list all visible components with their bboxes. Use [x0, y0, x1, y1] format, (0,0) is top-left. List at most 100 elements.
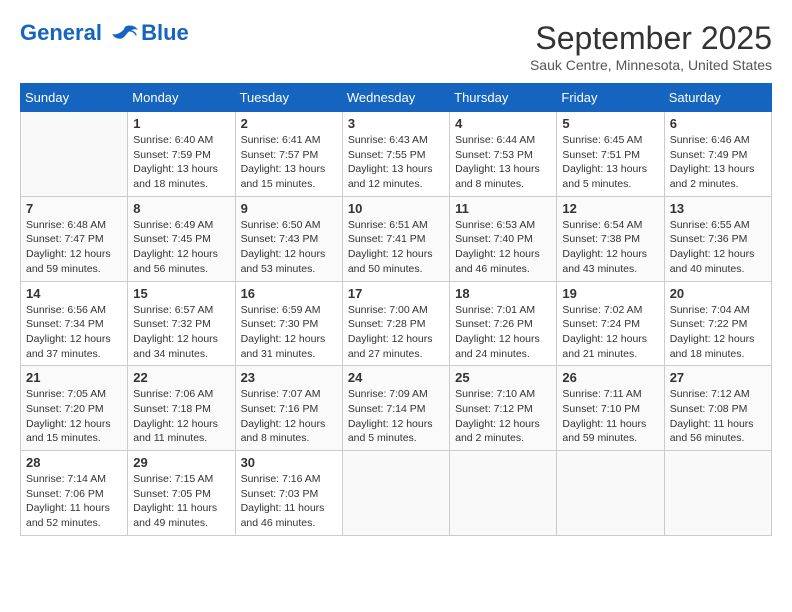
day-number: 23	[241, 370, 337, 385]
calendar-cell: 1Sunrise: 6:40 AMSunset: 7:59 PMDaylight…	[128, 112, 235, 197]
day-number: 12	[562, 201, 658, 216]
cell-sun-info: Sunrise: 6:50 AMSunset: 7:43 PMDaylight:…	[241, 218, 337, 277]
calendar-cell: 8 Sunrise: 6:49 AMSunset: 7:45 PMDaylight…	[128, 196, 235, 281]
day-number: 15	[133, 286, 229, 301]
day-number: 30	[241, 455, 337, 470]
week-row-4: 21 Sunrise: 7:05 AMSunset: 7:20 PMDayligh…	[21, 366, 772, 451]
day-number: 9	[241, 201, 337, 216]
cell-sun-info: Sunrise: 6:44 AMSunset: 7:53 PMDaylight:…	[455, 133, 551, 192]
week-row-3: 14 Sunrise: 6:56 AMSunset: 7:34 PMDayligh…	[21, 281, 772, 366]
col-header-tuesday: Tuesday	[235, 84, 342, 112]
cell-sun-info: Sunrise: 6:40 AMSunset: 7:59 PMDaylight:…	[133, 133, 229, 192]
calendar-cell: 12 Sunrise: 6:54 AMSunset: 7:38 PMDayligh…	[557, 196, 664, 281]
calendar-cell: 26 Sunrise: 7:11 AMSunset: 7:10 PMDayligh…	[557, 366, 664, 451]
day-number: 14	[26, 286, 122, 301]
day-number: 25	[455, 370, 551, 385]
cell-sun-info: Sunrise: 7:07 AMSunset: 7:16 PMDaylight:…	[241, 387, 337, 446]
cell-sun-info: Sunrise: 6:55 AMSunset: 7:36 PMDaylight:…	[670, 218, 766, 277]
calendar-cell: 27Sunrise: 7:12 AMSunset: 7:08 PMDayligh…	[664, 366, 771, 451]
cell-sun-info: Sunrise: 7:05 AMSunset: 7:20 PMDaylight:…	[26, 387, 122, 446]
column-headers: SundayMondayTuesdayWednesdayThursdayFrid…	[21, 84, 772, 112]
day-number: 20	[670, 286, 766, 301]
cell-sun-info: Sunrise: 7:04 AMSunset: 7:22 PMDaylight:…	[670, 303, 766, 362]
week-row-2: 7 Sunrise: 6:48 AMSunset: 7:47 PMDaylight…	[21, 196, 772, 281]
cell-sun-info: Sunrise: 6:53 AMSunset: 7:40 PMDaylight:…	[455, 218, 551, 277]
month-title: September 2025	[530, 20, 772, 57]
calendar-cell: 4 Sunrise: 6:44 AMSunset: 7:53 PMDaylight…	[450, 112, 557, 197]
cell-sun-info: Sunrise: 7:11 AMSunset: 7:10 PMDaylight:…	[562, 387, 658, 446]
col-header-friday: Friday	[557, 84, 664, 112]
calendar-cell: 20 Sunrise: 7:04 AMSunset: 7:22 PMDayligh…	[664, 281, 771, 366]
day-number: 4	[455, 116, 551, 131]
cell-sun-info: Sunrise: 7:02 AMSunset: 7:24 PMDaylight:…	[562, 303, 658, 362]
cell-sun-info: Sunrise: 7:09 AMSunset: 7:14 PMDaylight:…	[348, 387, 444, 446]
calendar-cell: 2Sunrise: 6:41 AMSunset: 7:57 PMDaylight…	[235, 112, 342, 197]
title-block: September 2025 Sauk Centre, Minnesota, U…	[530, 20, 772, 73]
cell-sun-info: Sunrise: 6:56 AMSunset: 7:34 PMDaylight:…	[26, 303, 122, 362]
calendar-table: SundayMondayTuesdayWednesdayThursdayFrid…	[20, 83, 772, 536]
calendar-cell: 28 Sunrise: 7:14 AMSunset: 7:06 PMDayligh…	[21, 451, 128, 536]
calendar-cell: 15 Sunrise: 6:57 AMSunset: 7:32 PMDayligh…	[128, 281, 235, 366]
cell-sun-info: Sunrise: 6:41 AMSunset: 7:57 PMDaylight:…	[241, 133, 337, 192]
day-number: 6	[670, 116, 766, 131]
cell-sun-info: Sunrise: 6:54 AMSunset: 7:38 PMDaylight:…	[562, 218, 658, 277]
day-number: 5	[562, 116, 658, 131]
calendar-cell: 3 Sunrise: 6:43 AMSunset: 7:55 PMDaylight…	[342, 112, 449, 197]
calendar-cell: 10 Sunrise: 6:51 AMSunset: 7:41 PMDayligh…	[342, 196, 449, 281]
logo-bird-icon	[111, 24, 139, 44]
col-header-thursday: Thursday	[450, 84, 557, 112]
logo: General Blue	[20, 20, 189, 46]
cell-sun-info: Sunrise: 7:10 AMSunset: 7:12 PMDaylight:…	[455, 387, 551, 446]
calendar-cell: 6 Sunrise: 6:46 AMSunset: 7:49 PMDaylight…	[664, 112, 771, 197]
calendar-cell	[21, 112, 128, 197]
col-header-saturday: Saturday	[664, 84, 771, 112]
calendar-cell: 21 Sunrise: 7:05 AMSunset: 7:20 PMDayligh…	[21, 366, 128, 451]
calendar-cell	[342, 451, 449, 536]
day-number: 21	[26, 370, 122, 385]
day-number: 29	[133, 455, 229, 470]
calendar-cell: 23 Sunrise: 7:07 AMSunset: 7:16 PMDayligh…	[235, 366, 342, 451]
col-header-monday: Monday	[128, 84, 235, 112]
calendar-cell: 16Sunrise: 6:59 AMSunset: 7:30 PMDayligh…	[235, 281, 342, 366]
cell-sun-info: Sunrise: 7:14 AMSunset: 7:06 PMDaylight:…	[26, 472, 122, 531]
day-number: 11	[455, 201, 551, 216]
cell-sun-info: Sunrise: 7:06 AMSunset: 7:18 PMDaylight:…	[133, 387, 229, 446]
cell-sun-info: Sunrise: 6:59 AMSunset: 7:30 PMDaylight:…	[241, 303, 337, 362]
location: Sauk Centre, Minnesota, United States	[530, 57, 772, 73]
col-header-wednesday: Wednesday	[342, 84, 449, 112]
cell-sun-info: Sunrise: 6:46 AMSunset: 7:49 PMDaylight:…	[670, 133, 766, 192]
calendar-cell: 17Sunrise: 7:00 AMSunset: 7:28 PMDayligh…	[342, 281, 449, 366]
col-header-sunday: Sunday	[21, 84, 128, 112]
cell-sun-info: Sunrise: 7:01 AMSunset: 7:26 PMDaylight:…	[455, 303, 551, 362]
cell-sun-info: Sunrise: 6:57 AMSunset: 7:32 PMDaylight:…	[133, 303, 229, 362]
logo-text-general: General	[20, 20, 102, 45]
calendar-cell: 5Sunrise: 6:45 AMSunset: 7:51 PMDaylight…	[557, 112, 664, 197]
cell-sun-info: Sunrise: 7:16 AMSunset: 7:03 PMDaylight:…	[241, 472, 337, 531]
week-row-5: 28 Sunrise: 7:14 AMSunset: 7:06 PMDayligh…	[21, 451, 772, 536]
week-row-1: 1Sunrise: 6:40 AMSunset: 7:59 PMDaylight…	[21, 112, 772, 197]
day-number: 22	[133, 370, 229, 385]
day-number: 8	[133, 201, 229, 216]
day-number: 3	[348, 116, 444, 131]
calendar-cell: 22 Sunrise: 7:06 AMSunset: 7:18 PMDayligh…	[128, 366, 235, 451]
day-number: 13	[670, 201, 766, 216]
calendar-cell	[450, 451, 557, 536]
calendar-cell	[664, 451, 771, 536]
calendar-cell: 19 Sunrise: 7:02 AMSunset: 7:24 PMDayligh…	[557, 281, 664, 366]
day-number: 10	[348, 201, 444, 216]
cell-sun-info: Sunrise: 6:43 AMSunset: 7:55 PMDaylight:…	[348, 133, 444, 192]
page-header: General Blue September 2025 Sauk Centre,…	[20, 20, 772, 73]
day-number: 19	[562, 286, 658, 301]
calendar-cell: 11 Sunrise: 6:53 AMSunset: 7:40 PMDayligh…	[450, 196, 557, 281]
calendar-cell: 14 Sunrise: 6:56 AMSunset: 7:34 PMDayligh…	[21, 281, 128, 366]
day-number: 28	[26, 455, 122, 470]
cell-sun-info: Sunrise: 6:48 AMSunset: 7:47 PMDaylight:…	[26, 218, 122, 277]
day-number: 7	[26, 201, 122, 216]
cell-sun-info: Sunrise: 7:15 AMSunset: 7:05 PMDaylight:…	[133, 472, 229, 531]
cell-sun-info: Sunrise: 6:51 AMSunset: 7:41 PMDaylight:…	[348, 218, 444, 277]
cell-sun-info: Sunrise: 6:49 AMSunset: 7:45 PMDaylight:…	[133, 218, 229, 277]
calendar-cell: 7 Sunrise: 6:48 AMSunset: 7:47 PMDaylight…	[21, 196, 128, 281]
calendar-cell: 24Sunrise: 7:09 AMSunset: 7:14 PMDayligh…	[342, 366, 449, 451]
calendar-cell: 9 Sunrise: 6:50 AMSunset: 7:43 PMDaylight…	[235, 196, 342, 281]
day-number: 26	[562, 370, 658, 385]
